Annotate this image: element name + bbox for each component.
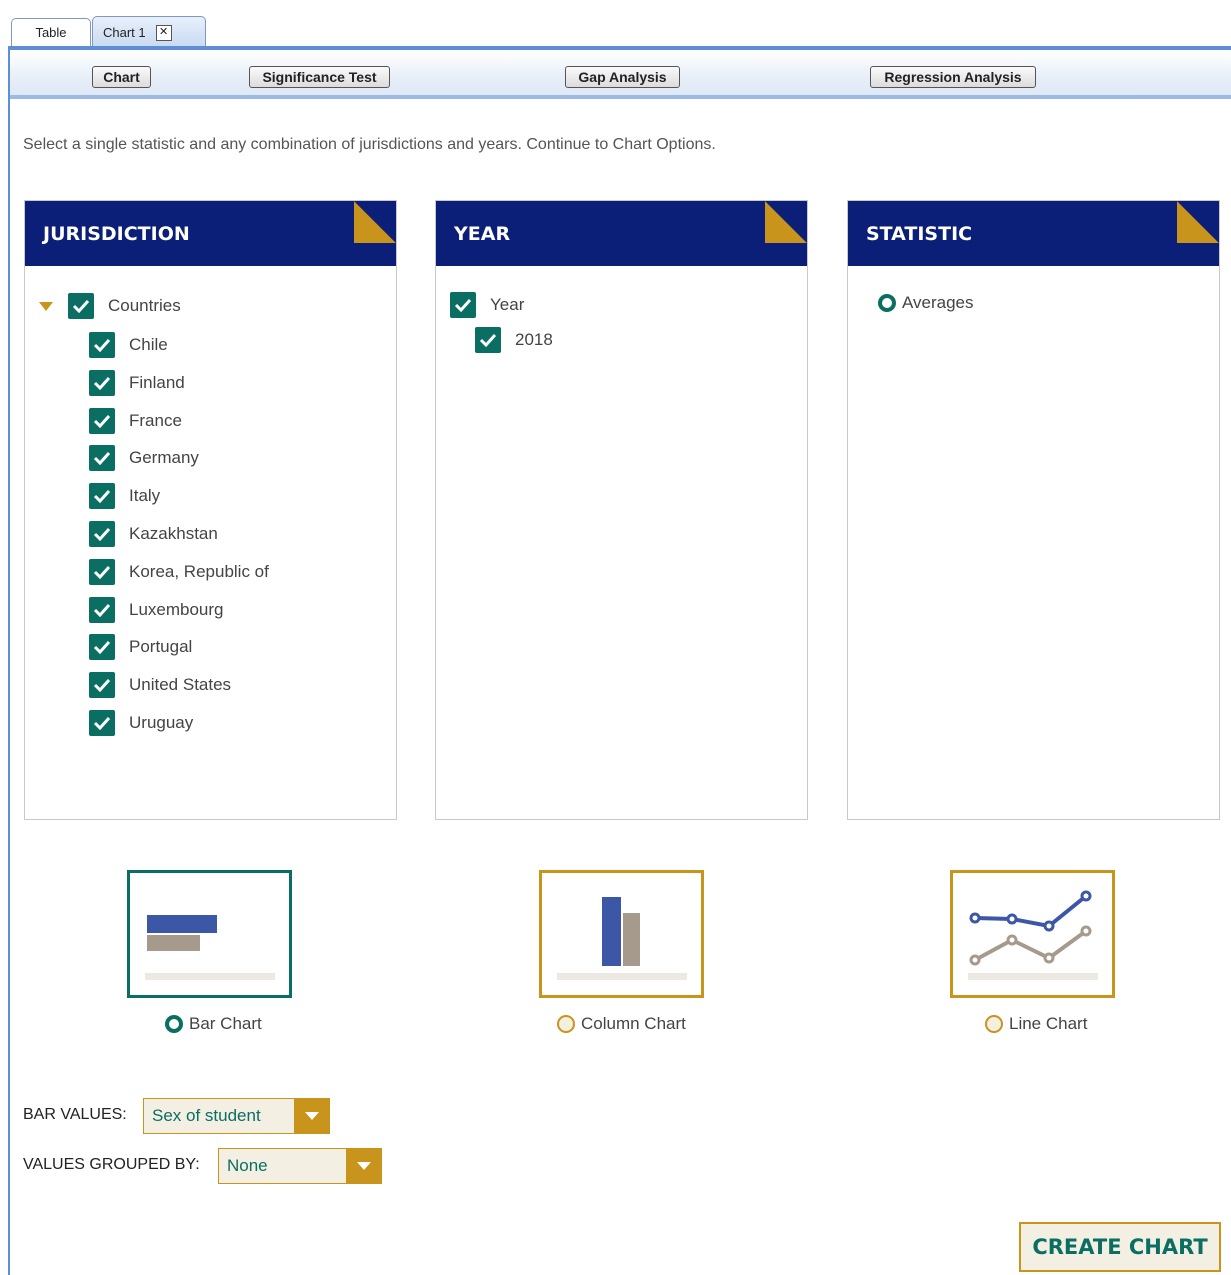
bar-chart-tile[interactable] xyxy=(127,870,292,998)
column-chart-tile[interactable] xyxy=(539,870,704,998)
country-label: Luxembourg xyxy=(129,600,224,619)
bar-values-label: BAR VALUES: xyxy=(23,1106,127,1123)
checkbox-checked-icon[interactable] xyxy=(89,634,115,660)
country-item[interactable]: Uruguay xyxy=(89,709,193,737)
year-item-2018[interactable]: 2018 xyxy=(475,326,553,354)
country-item[interactable]: Italy xyxy=(89,482,160,510)
checkbox-checked-icon[interactable] xyxy=(89,710,115,736)
jurisdiction-panel: JURISDICTION Countries Chile Finland Franc… xyxy=(24,200,397,820)
chevron-down-icon[interactable] xyxy=(294,1099,329,1133)
checkbox-checked-icon[interactable] xyxy=(68,293,94,319)
country-label: United States xyxy=(129,675,232,694)
country-label: Kazakhstan xyxy=(129,524,218,543)
country-label: Uruguay xyxy=(129,713,194,732)
statistic-panel: STATISTIC Averages xyxy=(847,200,1220,820)
country-label: Italy xyxy=(129,486,161,505)
radio-unselected-icon[interactable] xyxy=(985,1015,1003,1033)
countries-label: Countries xyxy=(108,296,181,315)
checkbox-checked-icon[interactable] xyxy=(89,597,115,623)
country-item[interactable]: Luxembourg xyxy=(89,596,224,624)
checkbox-checked-icon[interactable] xyxy=(89,559,115,585)
country-label: France xyxy=(129,411,182,430)
checkbox-checked-icon[interactable] xyxy=(450,292,476,318)
analysis-toolbar: Chart Significance Test Gap Analysis Reg… xyxy=(10,51,1231,96)
bar-chart-option[interactable]: Bar Chart xyxy=(165,1014,262,1034)
frame-border xyxy=(8,46,10,1275)
checkbox-checked-icon[interactable] xyxy=(89,483,115,509)
tab-divider xyxy=(10,46,1231,50)
statistic-option-averages[interactable]: Averages xyxy=(878,289,974,317)
radio-selected-icon[interactable] xyxy=(878,294,896,312)
year-header: YEAR xyxy=(436,201,807,266)
tab-table-label: Table xyxy=(35,25,67,40)
bar-chart-icon xyxy=(145,915,275,980)
instructions-text: Select a single statistic and any combin… xyxy=(23,136,716,153)
jurisdiction-header: JURISDICTION xyxy=(25,201,396,266)
checkbox-checked-icon[interactable] xyxy=(89,408,115,434)
countries-group[interactable]: Countries xyxy=(68,292,181,320)
grouped-by-label: VALUES GROUPED BY: xyxy=(23,1156,200,1173)
chevron-down-icon[interactable] xyxy=(346,1149,381,1183)
year-group[interactable]: Year xyxy=(450,291,524,319)
significance-test-button[interactable]: Significance Test xyxy=(249,66,390,88)
regression-analysis-button[interactable]: Regression Analysis xyxy=(870,66,1036,88)
grouped-by-select[interactable]: None xyxy=(218,1148,382,1184)
year-item-label: 2018 xyxy=(515,330,553,349)
create-chart-button[interactable]: CREATE CHART xyxy=(1019,1222,1221,1272)
grouped-by-value: None xyxy=(227,1156,268,1175)
country-item[interactable]: Finland xyxy=(89,369,185,397)
bar-chart-label: Bar Chart xyxy=(189,1014,262,1033)
checkbox-checked-icon[interactable] xyxy=(89,332,115,358)
bar-values-select[interactable]: Sex of student xyxy=(143,1098,330,1134)
corner-fold-icon xyxy=(1177,201,1219,243)
toolbar-divider xyxy=(10,95,1231,99)
chart-button[interactable]: Chart xyxy=(92,66,151,88)
jurisdiction-title: JURISDICTION xyxy=(43,222,190,245)
year-title: YEAR xyxy=(454,222,511,245)
country-label: Chile xyxy=(129,335,168,354)
country-item[interactable]: Germany xyxy=(89,444,199,472)
corner-fold-icon xyxy=(765,201,807,243)
checkbox-checked-icon[interactable] xyxy=(89,672,115,698)
country-label: Portugal xyxy=(129,637,193,656)
tab-bar: Table Chart 1 ✕ xyxy=(0,14,1231,48)
close-icon[interactable]: ✕ xyxy=(155,24,172,41)
line-chart-option[interactable]: Line Chart xyxy=(985,1014,1087,1034)
column-chart-icon xyxy=(557,897,687,980)
column-chart-option[interactable]: Column Chart xyxy=(557,1014,686,1034)
year-group-label: Year xyxy=(490,295,525,314)
statistic-option-label: Averages xyxy=(902,293,974,312)
checkbox-checked-icon[interactable] xyxy=(475,327,501,353)
line-chart-tile[interactable] xyxy=(950,870,1115,998)
checkbox-checked-icon[interactable] xyxy=(89,445,115,471)
year-panel: YEAR Year 2018 xyxy=(435,200,808,820)
checkbox-checked-icon[interactable] xyxy=(89,370,115,396)
gap-analysis-button[interactable]: Gap Analysis xyxy=(565,66,680,88)
tab-chart-1[interactable]: Chart 1 ✕ xyxy=(92,16,206,48)
tab-chart-1-label: Chart 1 xyxy=(103,25,146,40)
statistic-title: STATISTIC xyxy=(866,222,973,245)
expand-arrow-icon[interactable] xyxy=(39,302,53,311)
line-chart-icon xyxy=(968,890,1098,980)
country-item[interactable]: Chile xyxy=(89,331,168,359)
country-item[interactable]: France xyxy=(89,407,182,435)
corner-fold-icon xyxy=(354,201,396,243)
country-item[interactable]: Kazakhstan xyxy=(89,520,218,548)
country-item[interactable]: United States xyxy=(89,671,231,699)
line-chart-label: Line Chart xyxy=(1009,1014,1088,1033)
tab-table[interactable]: Table xyxy=(11,18,91,46)
statistic-header: STATISTIC xyxy=(848,201,1219,266)
country-item[interactable]: Korea, Republic of xyxy=(89,558,269,586)
country-label: Germany xyxy=(129,448,199,467)
country-item[interactable]: Portugal xyxy=(89,633,192,661)
checkbox-checked-icon[interactable] xyxy=(89,521,115,547)
country-label: Finland xyxy=(129,373,185,392)
radio-selected-icon[interactable] xyxy=(165,1015,183,1033)
column-chart-label: Column Chart xyxy=(581,1014,686,1033)
bar-values-value: Sex of student xyxy=(152,1106,261,1125)
radio-unselected-icon[interactable] xyxy=(557,1015,575,1033)
country-label: Korea, Republic of xyxy=(129,562,269,581)
